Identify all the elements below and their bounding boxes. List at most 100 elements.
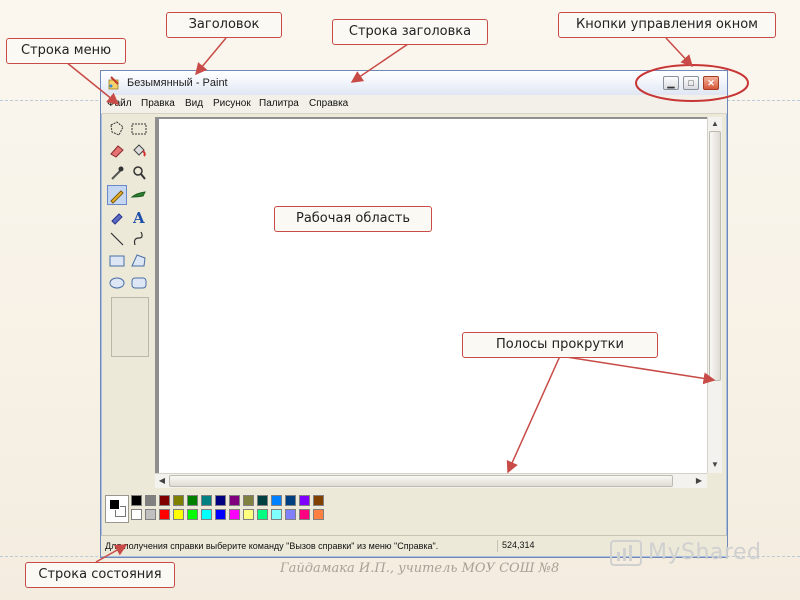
rectangle-icon <box>109 255 125 267</box>
tool-line[interactable] <box>107 229 127 249</box>
color-swatch[interactable] <box>243 495 254 506</box>
tool-polygon[interactable] <box>129 251 149 271</box>
pencil-icon <box>110 190 124 204</box>
color-swatch[interactable] <box>145 495 156 506</box>
tool-rectangle[interactable] <box>107 251 127 271</box>
color-swatch[interactable] <box>299 509 310 520</box>
vertical-scroll-thumb[interactable] <box>709 131 721 381</box>
color-swatch[interactable] <box>243 509 254 520</box>
tool-airbrush[interactable] <box>107 207 127 227</box>
tool-options-panel[interactable] <box>111 297 149 357</box>
status-coordinates: 524,314 <box>497 540 602 552</box>
color-swatch[interactable] <box>257 495 268 506</box>
tool-rect-select[interactable] <box>129 119 149 139</box>
menu-help[interactable]: Справка <box>309 98 348 109</box>
color-swatch[interactable] <box>215 495 226 506</box>
toolbox: A <box>105 117 153 529</box>
color-swatch[interactable] <box>201 509 212 520</box>
ellipse-icon <box>109 277 125 289</box>
arrow-window-buttons <box>665 37 694 68</box>
color-swatch[interactable] <box>215 509 226 520</box>
horizontal-scrollbar[interactable]: ◀ ▶ <box>155 473 707 488</box>
watermark-logo-icon <box>610 540 642 566</box>
color-swatch[interactable] <box>313 509 324 520</box>
color-swatch[interactable] <box>271 495 282 506</box>
callout-title-bar: Строка заголовка <box>332 19 488 45</box>
color-swatch[interactable] <box>187 509 198 520</box>
color-swatch[interactable] <box>131 495 142 506</box>
line-icon <box>110 232 124 246</box>
color-swatch[interactable] <box>229 509 240 520</box>
curve-icon <box>133 231 143 246</box>
color-swatch[interactable] <box>187 495 198 506</box>
tool-free-select[interactable] <box>107 119 127 139</box>
tool-curve[interactable] <box>129 229 149 249</box>
color-swatch[interactable] <box>285 509 296 520</box>
color-swatch[interactable] <box>145 509 156 520</box>
scroll-right-icon[interactable]: ▶ <box>693 475 705 487</box>
color-swatch[interactable] <box>201 495 212 506</box>
brush-icon <box>130 191 146 198</box>
drawing-canvas[interactable] <box>159 119 707 473</box>
color-palette <box>103 495 343 525</box>
tool-text[interactable]: A <box>129 207 149 227</box>
scroll-up-icon[interactable]: ▲ <box>709 118 721 130</box>
rect-select-icon <box>131 123 147 135</box>
tool-eraser[interactable] <box>107 141 127 161</box>
menu-view[interactable]: Вид <box>185 98 203 109</box>
foreground-color <box>109 499 120 510</box>
tool-brush[interactable] <box>129 185 149 205</box>
color-swatch[interactable] <box>159 495 170 506</box>
color-picker-icon <box>111 166 124 180</box>
callout-title: Заголовок <box>166 12 282 38</box>
menu-palette[interactable]: Палитра <box>259 98 299 109</box>
vertical-scrollbar[interactable]: ▲ ▼ <box>707 117 722 473</box>
canvas-area <box>155 117 707 473</box>
color-swatch[interactable] <box>229 495 240 506</box>
tool-rounded-rect[interactable] <box>129 273 149 293</box>
color-swatch[interactable] <box>257 509 268 520</box>
tool-ellipse[interactable] <box>107 273 127 293</box>
callout-status-bar: Строка состояния <box>25 562 175 588</box>
menu-file[interactable]: Файл <box>107 98 132 109</box>
color-swatch[interactable] <box>131 509 142 520</box>
rounded-rect-icon <box>131 277 147 289</box>
window-title: Безымянный - Paint <box>127 77 228 89</box>
horizontal-scroll-thumb[interactable] <box>169 475 673 487</box>
close-button[interactable]: ✕ <box>703 76 719 90</box>
title-bar[interactable]: Безымянный - Paint ▁ □ ✕ <box>101 71 727 96</box>
color-swatch[interactable] <box>313 495 324 506</box>
color-swatch[interactable] <box>285 495 296 506</box>
tool-magnifier[interactable] <box>129 163 149 183</box>
svg-text:A: A <box>132 209 145 227</box>
watermark-text: MyShared <box>648 540 762 565</box>
watermark: MyShared <box>610 538 780 574</box>
tool-color-picker[interactable] <box>107 163 127 183</box>
close-icon: ✕ <box>707 78 715 88</box>
scroll-down-icon[interactable]: ▼ <box>709 459 721 471</box>
color-swatch[interactable] <box>173 509 184 520</box>
callout-work-area: Рабочая область <box>274 206 432 232</box>
fill-icon <box>133 144 146 157</box>
eraser-icon <box>110 145 124 158</box>
menu-edit[interactable]: Правка <box>141 98 175 109</box>
maximize-icon: □ <box>688 78 694 88</box>
footer-caption: Гайдамака И.П., учитель МОУ СОШ №8 <box>280 561 560 576</box>
color-swatch[interactable] <box>299 495 310 506</box>
tool-fill[interactable] <box>129 141 149 161</box>
scroll-left-icon[interactable]: ◀ <box>156 475 168 487</box>
minimize-button[interactable]: ▁ <box>663 76 679 90</box>
callout-scrollbars: Полосы прокрутки <box>462 332 658 358</box>
current-colors[interactable] <box>105 495 129 523</box>
tool-pencil[interactable] <box>107 185 127 205</box>
color-swatch[interactable] <box>159 509 170 520</box>
minimize-icon: ▁ <box>667 78 675 88</box>
menu-image[interactable]: Рисунок <box>213 98 251 109</box>
color-swatch[interactable] <box>173 495 184 506</box>
maximize-button[interactable]: □ <box>683 76 699 90</box>
polygon-icon <box>131 254 146 267</box>
paint-app-icon <box>108 76 119 90</box>
color-swatch[interactable] <box>271 509 282 520</box>
callout-menu-bar: Строка меню <box>6 38 126 64</box>
arrow-title <box>195 37 227 76</box>
